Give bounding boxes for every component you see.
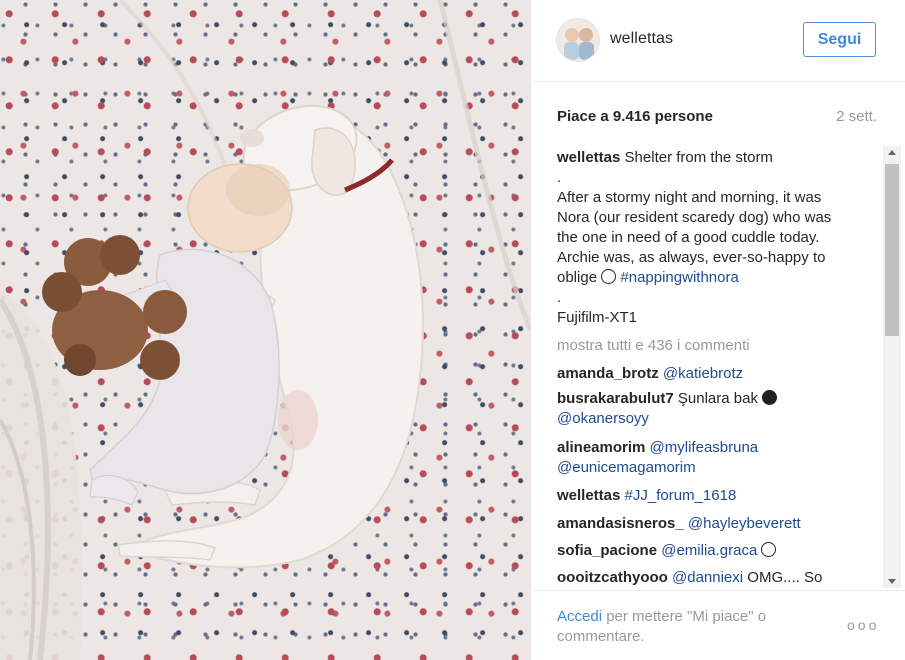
devil-face-icon bbox=[762, 390, 778, 405]
caption-line: wellettas Shelter from the storm bbox=[557, 148, 773, 168]
caption-line: Archie was, as always, ever-so-happy to bbox=[557, 249, 826, 266]
mention-link[interactable]: @mylifeasbruna bbox=[650, 439, 759, 456]
caption-line: . bbox=[557, 169, 562, 186]
caption-line: Nora (our resident scaredy dog) who was bbox=[557, 209, 832, 226]
mention-link[interactable]: @okanersoyy bbox=[557, 410, 649, 427]
comment-item-continuation: @eunicemagamorim bbox=[557, 458, 696, 478]
comment-text: Şunlara bak bbox=[677, 390, 758, 407]
comment-username[interactable]: amandasisneros_ bbox=[557, 515, 684, 532]
mention-link[interactable]: @katiebrotz bbox=[663, 365, 743, 382]
likes-row: Piace a 9.416 persone 2 sett. bbox=[557, 106, 877, 130]
smiling-face-icon bbox=[601, 269, 617, 284]
follow-button[interactable]: Segui bbox=[803, 22, 876, 57]
caption-line: After a stormy night and morning, it was bbox=[557, 189, 822, 206]
comments-list[interactable]: wellettas Shelter from the storm . After… bbox=[557, 146, 881, 586]
hashtag-link[interactable]: #nappingwithnora bbox=[620, 269, 738, 286]
login-prompt: Accedi per mettere "Mi piace" o commenta… bbox=[557, 607, 807, 647]
caption-text: Shelter from the storm bbox=[624, 149, 773, 166]
post-details-panel: wellettas Segui Piace a 9.416 persone 2 … bbox=[531, 0, 905, 660]
post-photo[interactable] bbox=[0, 0, 531, 660]
post-author-username[interactable]: wellettas bbox=[610, 30, 673, 48]
login-link[interactable]: Accedi bbox=[557, 608, 602, 625]
comment-item: oooitzcathyooo @danniexi OMG.... So bbox=[557, 568, 822, 586]
comments-scrollbar[interactable] bbox=[883, 146, 901, 588]
comment-username[interactable]: oooitzcathyooo bbox=[557, 569, 668, 586]
comment-item-continuation: @okanersoyy bbox=[557, 409, 649, 429]
comment-item: amanda_brotz @katiebrotz bbox=[557, 364, 743, 384]
comment-item: sofia_pacione @emilia.graca bbox=[557, 541, 777, 561]
more-options-icon[interactable]: ooo bbox=[847, 617, 879, 633]
post-header: wellettas Segui bbox=[531, 0, 905, 82]
scroll-down-arrow-icon[interactable] bbox=[888, 579, 896, 584]
likes-count[interactable]: Piace a 9.416 persone bbox=[557, 108, 713, 125]
avatar-image bbox=[557, 19, 599, 61]
caption-line: . bbox=[557, 289, 562, 306]
comment-username[interactable]: busrakarabulut7 bbox=[557, 390, 674, 407]
comment-item: alineamorim @mylifeasbruna bbox=[557, 438, 758, 458]
comment-item: busrakarabulut7 Şunlara bak bbox=[557, 389, 778, 409]
caption-line: oblige #nappingwithnora bbox=[557, 268, 739, 288]
mention-link[interactable]: @emilia.graca bbox=[661, 542, 757, 559]
post-footer: Accedi per mettere "Mi piace" o commenta… bbox=[531, 590, 905, 660]
caption-line: Fujifilm-XT1 bbox=[557, 309, 638, 326]
comment-username[interactable]: sofia_pacione bbox=[557, 542, 657, 559]
hashtag-link[interactable]: #JJ_forum_1618 bbox=[625, 487, 737, 504]
mention-link[interactable]: @eunicemagamorim bbox=[557, 459, 696, 476]
scrollbar-thumb[interactable] bbox=[885, 164, 899, 336]
comment-item: wellettas #JJ_forum_1618 bbox=[557, 486, 736, 506]
comment-username[interactable]: amanda_brotz bbox=[557, 365, 659, 382]
post-photo-illustration bbox=[0, 0, 531, 660]
comment-username[interactable]: wellettas bbox=[557, 487, 620, 504]
avatar[interactable] bbox=[556, 18, 600, 62]
comment-username[interactable]: alineamorim bbox=[557, 439, 645, 456]
comment-item: amandasisneros_ @hayleybeverett bbox=[557, 514, 801, 534]
scroll-up-arrow-icon[interactable] bbox=[888, 150, 896, 155]
caption-username[interactable]: wellettas bbox=[557, 149, 620, 166]
caption-text: oblige bbox=[557, 269, 598, 286]
show-all-comments-link[interactable]: mostra tutti e 436 i commenti bbox=[557, 336, 750, 356]
mention-link[interactable]: @danniexi bbox=[672, 569, 743, 586]
caption-line: the one in need of a good cuddle today. bbox=[557, 229, 820, 246]
post-timestamp[interactable]: 2 sett. bbox=[836, 108, 877, 125]
smiling-face-icon bbox=[761, 542, 777, 557]
mention-link[interactable]: @hayleybeverett bbox=[688, 515, 801, 532]
comment-text: OMG.... So bbox=[747, 569, 823, 586]
